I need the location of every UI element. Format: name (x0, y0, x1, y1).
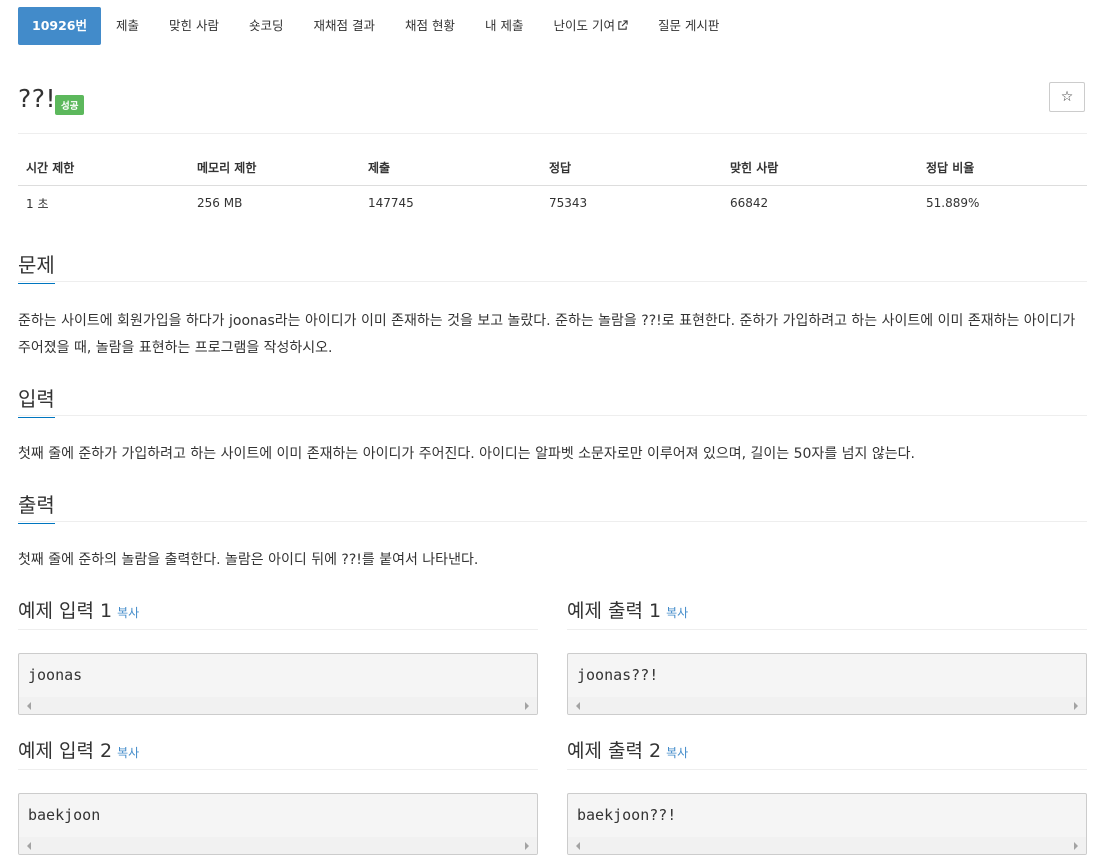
info-solved-users: 66842 (730, 196, 769, 210)
info-header-row: 시간 제한 메모리 제한 제출 정답 맞힌 사람 정답 비율 (18, 150, 1087, 186)
input-description: 첫째 줄에 준하가 가입하려고 하는 사이트에 이미 존재하는 아이디가 주어진… (18, 446, 915, 462)
input-section-rule (18, 415, 1087, 416)
sample-input-2-rule (18, 769, 538, 770)
sample-output-2-content: baekjoon??! (577, 806, 677, 824)
output-section-header: 출력 (18, 489, 55, 529)
tab-question-board[interactable]: 질문 게시판 (643, 7, 734, 45)
scroll-right-icon[interactable] (525, 702, 529, 710)
tab-judge-status[interactable]: 채점 현황 (390, 7, 470, 45)
copy-sample-output-1-button[interactable]: 복사 (666, 606, 688, 620)
sample-output-2-label: 예제 출력 2 (567, 740, 662, 762)
status-badge: 성공 (55, 95, 85, 115)
sample-output-1-rule (567, 629, 1087, 630)
info-memory-limit: 256 MB (197, 196, 243, 210)
scroll-right-icon[interactable] (525, 842, 529, 850)
external-link-icon (618, 20, 628, 30)
tab-rejudge-results[interactable]: 재채점 결과 (299, 7, 390, 45)
tab-problem-number[interactable]: 10926번 (18, 7, 101, 45)
input-section-title: 입력 (18, 383, 55, 418)
sample-output-1-title: 예제 출력 1 복사 (567, 596, 689, 630)
info-ratio: 51.889% (926, 196, 980, 210)
sample-input-1-scrollbar[interactable] (19, 697, 537, 714)
sample-output-2-header: 예제 출력 2 복사 (567, 736, 689, 776)
sample-input-2-content: baekjoon (28, 806, 101, 824)
tab-difficulty-contribution[interactable]: 난이도 기여 (538, 7, 642, 45)
sample-output-2-scrollbar[interactable] (568, 837, 1086, 854)
sample-input-1-title: 예제 입력 1 복사 (18, 596, 140, 630)
sample-input-1-header: 예제 입력 1 복사 (18, 596, 140, 636)
sample-input-1-content: joonas (28, 666, 83, 684)
problem-section-rule (18, 281, 1087, 282)
scroll-left-icon[interactable] (27, 702, 31, 710)
scroll-left-icon[interactable] (27, 842, 31, 850)
sample-input-2-title: 예제 입력 2 복사 (18, 736, 140, 770)
copy-sample-output-2-button[interactable]: 복사 (666, 746, 688, 760)
info-header-memory-limit: 메모리 제한 (189, 150, 360, 186)
info-header-submissions: 제출 (360, 150, 541, 186)
scroll-right-icon[interactable] (1074, 702, 1078, 710)
sample-output-2-title: 예제 출력 2 복사 (567, 736, 689, 770)
sample-output-1-box[interactable]: joonas??! (567, 653, 1087, 715)
tab-my-submissions[interactable]: 내 제출 (470, 7, 538, 45)
sample-input-2-header: 예제 입력 2 복사 (18, 736, 140, 776)
info-header-accepted: 정답 (541, 150, 722, 186)
output-description: 첫째 줄에 준하의 놀람을 출력한다. 놀람은 아이디 뒤에 ??!를 붙여서 … (18, 552, 479, 568)
copy-sample-input-1-button[interactable]: 복사 (117, 606, 139, 620)
sample-output-1-content: joonas??! (577, 666, 659, 684)
info-time-limit: 1 초 (26, 196, 49, 211)
problem-info-table: 시간 제한 메모리 제한 제출 정답 맞힌 사람 정답 비율 1 초 256 M… (18, 150, 1087, 220)
sample-output-1-label: 예제 출력 1 (567, 600, 662, 622)
input-section-header: 입력 (18, 383, 55, 423)
problem-description: 준하는 사이트에 회원가입을 하다가 joonas라는 아이디가 이미 존재하는… (18, 313, 1076, 356)
problem-section-title: 문제 (18, 249, 55, 284)
scroll-left-icon[interactable] (576, 702, 580, 710)
info-header-solved-users: 맞힌 사람 (722, 150, 918, 186)
scroll-right-icon[interactable] (1074, 842, 1078, 850)
sample-input-1-rule (18, 629, 538, 630)
info-value-row: 1 초 256 MB 147745 75343 66842 51.889% (18, 186, 1087, 221)
sample-input-2-box[interactable]: baekjoon (18, 793, 538, 855)
copy-sample-input-2-button[interactable]: 복사 (117, 746, 139, 760)
problem-tabs: 10926번 제출 맞힌 사람 숏코딩 재채점 결과 채점 현황 내 제출 난이… (18, 7, 734, 45)
output-section-title: 출력 (18, 489, 55, 524)
sample-output-1-header: 예제 출력 1 복사 (567, 596, 689, 636)
info-header-ratio: 정답 비율 (918, 150, 1087, 186)
tab-difficulty-label: 난이도 기여 (553, 18, 615, 33)
info-header-time-limit: 시간 제한 (18, 150, 189, 186)
sample-output-2-box[interactable]: baekjoon??! (567, 793, 1087, 855)
sample-output-1-scrollbar[interactable] (568, 697, 1086, 714)
problem-page: 10926번 제출 맞힌 사람 숏코딩 재채점 결과 채점 현황 내 제출 난이… (0, 0, 1101, 863)
problem-title: ??! (18, 84, 57, 113)
tab-solved-users[interactable]: 맞힌 사람 (154, 7, 234, 45)
sample-output-2-rule (567, 769, 1087, 770)
sample-input-2-label: 예제 입력 2 (18, 740, 113, 762)
output-section-rule (18, 521, 1087, 522)
sample-input-2-scrollbar[interactable] (19, 837, 537, 854)
tab-short-coding[interactable]: 숏코딩 (234, 7, 299, 45)
sample-input-1-box[interactable]: joonas (18, 653, 538, 715)
scroll-left-icon[interactable] (576, 842, 580, 850)
problem-section-header: 문제 (18, 249, 55, 289)
sample-input-1-label: 예제 입력 1 (18, 600, 113, 622)
tab-submit[interactable]: 제출 (101, 7, 154, 45)
info-submissions: 147745 (368, 196, 414, 210)
favorite-star-button[interactable]: ☆ (1049, 82, 1085, 112)
star-icon: ☆ (1060, 89, 1074, 105)
title-divider (18, 133, 1087, 134)
info-accepted: 75343 (549, 196, 588, 210)
